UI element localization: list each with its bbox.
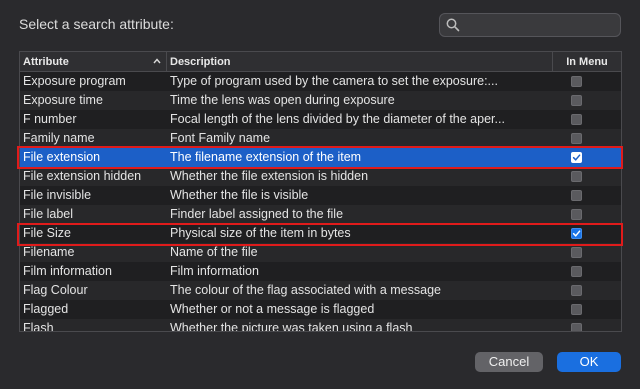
attribute-cell: Filename (23, 245, 75, 259)
table-row[interactable]: Flagged Whether or not a message is flagg… (20, 300, 621, 319)
in-menu-checkbox[interactable] (571, 285, 582, 296)
dialog-prompt: Select a search attribute: (19, 16, 174, 32)
in-menu-checkbox[interactable] (571, 133, 582, 144)
table-row[interactable]: File label Finder label assigned to the f… (20, 205, 621, 224)
attribute-cell: File Size (23, 226, 71, 240)
in-menu-checkbox[interactable] (571, 171, 582, 182)
table-row[interactable]: Filename Name of the file (20, 243, 621, 262)
table-row[interactable]: Film information Film information (20, 262, 621, 281)
checkmark-icon (572, 230, 581, 237)
attribute-cell: File label (23, 207, 74, 221)
in-menu-checkbox[interactable] (571, 114, 582, 125)
search-attribute-dialog: Select a search attribute: Attribute Des… (0, 0, 640, 389)
column-header-attribute[interactable]: Attribute (20, 52, 167, 72)
description-cell: Name of the file (170, 245, 258, 259)
table-row[interactable]: Exposure program Type of program used by … (20, 72, 621, 91)
attribute-cell: Flag Colour (23, 283, 88, 297)
search-icon (446, 18, 460, 32)
description-cell: Whether or not a message is flagged (170, 302, 375, 316)
column-header-attribute-label: Attribute (23, 56, 69, 68)
description-cell: Physical size of the item in bytes (170, 226, 351, 240)
description-cell: Time the lens was open during exposure (170, 93, 395, 107)
attribute-cell: Film information (23, 264, 112, 278)
table-row[interactable]: Flash Whether the picture was taken using… (20, 319, 621, 332)
in-menu-checkbox[interactable] (571, 76, 582, 87)
attribute-cell: File invisible (23, 188, 92, 202)
table-row[interactable]: F number Focal length of the lens divided… (20, 110, 621, 129)
in-menu-checkbox[interactable] (571, 304, 582, 315)
description-cell: Font Family name (170, 131, 271, 145)
description-cell: Focal length of the lens divided by the … (170, 112, 505, 126)
description-cell: Finder label assigned to the file (170, 207, 344, 221)
in-menu-checkbox[interactable] (571, 266, 582, 277)
attribute-cell: Flagged (23, 302, 69, 316)
table-row[interactable]: Exposure time Time the lens was open duri… (20, 91, 621, 110)
description-cell: Whether the file extension is hidden (170, 169, 369, 183)
table-row[interactable]: Family name Font Family name (20, 129, 621, 148)
in-menu-checkbox[interactable] (571, 190, 582, 201)
table-header: Attribute Description In Menu (20, 52, 621, 72)
in-menu-checkbox[interactable] (571, 247, 582, 258)
description-cell: Film information (170, 264, 259, 278)
cancel-button[interactable]: Cancel (475, 352, 543, 372)
table-row[interactable]: File Size Physical size of the item in by… (20, 224, 621, 243)
column-header-in-menu[interactable]: In Menu (553, 52, 621, 72)
in-menu-checkbox[interactable] (571, 228, 582, 239)
chevron-up-icon (153, 58, 161, 64)
attribute-cell: Exposure program (23, 74, 126, 88)
ok-button[interactable]: OK (557, 352, 621, 372)
search-field[interactable] (439, 13, 621, 37)
attribute-cell: Flash (23, 321, 54, 332)
in-menu-checkbox[interactable] (571, 95, 582, 106)
description-cell: The filename extension of the item (170, 150, 362, 164)
table-row[interactable]: File extension The filename extension of … (20, 148, 621, 167)
attribute-table: Attribute Description In Menu Exposure p… (19, 51, 622, 332)
description-cell: Whether the file is visible (170, 188, 309, 202)
table-row[interactable]: File invisible Whether the file is visibl… (20, 186, 621, 205)
in-menu-checkbox[interactable] (571, 209, 582, 220)
column-header-description[interactable]: Description (167, 52, 553, 72)
attribute-cell: File extension hidden (23, 169, 142, 183)
attribute-cell: File extension (23, 150, 101, 164)
description-cell: The colour of the flag associated with a… (170, 283, 441, 297)
in-menu-checkbox[interactable] (571, 152, 582, 163)
attribute-cell: Family name (23, 131, 95, 145)
in-menu-checkbox[interactable] (571, 323, 582, 331)
attribute-cell: F number (23, 112, 77, 126)
checkmark-icon (572, 154, 581, 161)
table-row[interactable]: File extension hidden Whether the file ex… (20, 167, 621, 186)
description-cell: Type of program used by the camera to se… (170, 74, 498, 88)
table-row[interactable]: Flag Colour The colour of the flag associ… (20, 281, 621, 300)
description-cell: Whether the picture was taken using a fl… (170, 321, 413, 332)
attribute-cell: Exposure time (23, 93, 103, 107)
